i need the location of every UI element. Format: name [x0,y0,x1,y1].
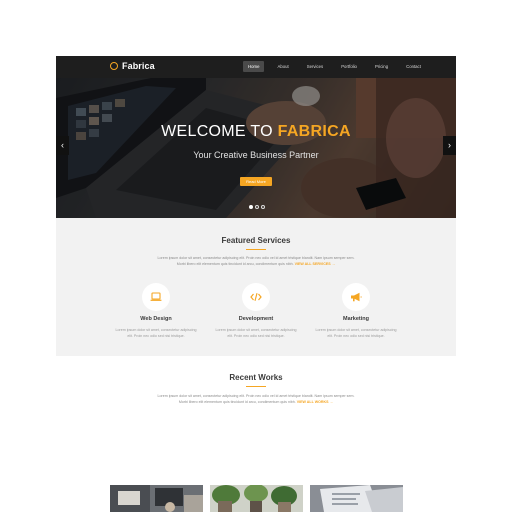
service-card-web-design: Web Design Lorem ipsum dolor sit amet, c… [106,283,206,339]
nav-link-home[interactable]: Home [243,61,265,72]
work-thumbnail-desk[interactable] [110,485,203,512]
top-navigation: Fabrica Home About Services Portfolio Pr… [56,56,456,78]
ring-logo-icon [110,62,118,70]
slider-next-button[interactable]: › [443,136,456,155]
work-thumbnail-plants[interactable] [210,485,303,512]
title-underline [246,386,266,388]
work-thumbnail-papers[interactable] [310,485,403,512]
services-intro: Lorem ipsum dolor sit amet, consectetur … [136,255,376,267]
slider-dot[interactable] [255,205,259,209]
featured-services-section: Featured Services Lorem ipsum dolor sit … [56,218,456,356]
service-description-line2: elit. Proin nec odio sed nisi tristique. [227,334,285,338]
hero-title: WELCOME TO FABRICA [56,123,456,141]
brand-logo[interactable]: Fabrica [110,61,155,71]
nav-menu: Home About Services Portfolio Pricing Co… [243,61,434,72]
services-title: Featured Services [221,236,291,245]
service-title: Web Design [140,316,172,322]
service-icon-circle [242,283,270,311]
nav-link-services[interactable]: Services [302,61,328,72]
title-underline [246,249,266,251]
chevron-left-icon: ‹ [61,140,64,150]
service-card-development: Development Lorem ipsum dolor sit amet, … [206,283,306,339]
service-description-line2: elit. Proin nec odio sed nisi tristique. [327,334,385,338]
chevron-right-icon: › [448,140,451,150]
hero-title-prefix: WELCOME TO [161,123,278,140]
code-icon [250,293,262,301]
slider-dots [249,205,265,209]
megaphone-icon [351,292,362,302]
service-title: Marketing [343,316,369,322]
hero-subtitle: Your Creative Business Partner [193,150,319,160]
hero-slider: WELCOME TO FABRICA Your Creative Busines… [56,78,456,218]
work-photo-plants [210,485,303,512]
work-photo-desk [110,485,203,512]
recent-works-section: Recent Works Lorem ipsum dolor sit amet,… [56,356,456,512]
service-description: Lorem ipsum dolor sit amet, consectetur … [106,327,206,339]
service-description: Lorem ipsum dolor sit amet, consectetur … [206,327,306,339]
nav-link-contact[interactable]: Contact [401,61,426,72]
services-intro-line2: Morbi libero elit elementum quis tincidu… [176,262,294,267]
laptop-icon [150,292,162,301]
hero-title-highlight: FABRICA [277,123,351,140]
works-intro-line2: Morbi libero elit elementum quis tincidu… [178,400,296,405]
view-all-services-link[interactable]: VIEW ALL SERVICES → [295,262,336,266]
service-title: Development [238,316,274,322]
nav-link-pricing[interactable]: Pricing [370,61,393,72]
works-intro: Lorem ipsum dolor sit amet, consectetur … [136,393,376,405]
slider-prev-button[interactable]: ‹ [56,136,69,155]
service-card-marketing: Marketing Lorem ipsum dolor sit amet, co… [306,283,406,339]
landing-page: Fabrica Home About Services Portfolio Pr… [56,56,456,512]
works-title: Recent Works [229,373,283,382]
service-icon-circle [342,283,370,311]
service-description: Lorem ipsum dolor sit amet, consectetur … [306,327,406,339]
nav-link-about[interactable]: About [272,61,293,72]
service-icon-circle [142,283,170,311]
work-photo-papers [310,485,403,512]
slider-dot[interactable] [261,205,265,209]
nav-link-portfolio[interactable]: Portfolio [336,61,362,72]
service-description-line2: elit. Proin nec odio sed nisi tristique. [127,334,185,338]
brand-name: Fabrica [122,61,155,71]
slider-dot[interactable] [249,205,253,209]
view-all-works-link[interactable]: VIEW ALL WORKS → [297,400,333,404]
read-more-button[interactable]: Read More [240,177,272,186]
hero-overlay [56,78,456,218]
